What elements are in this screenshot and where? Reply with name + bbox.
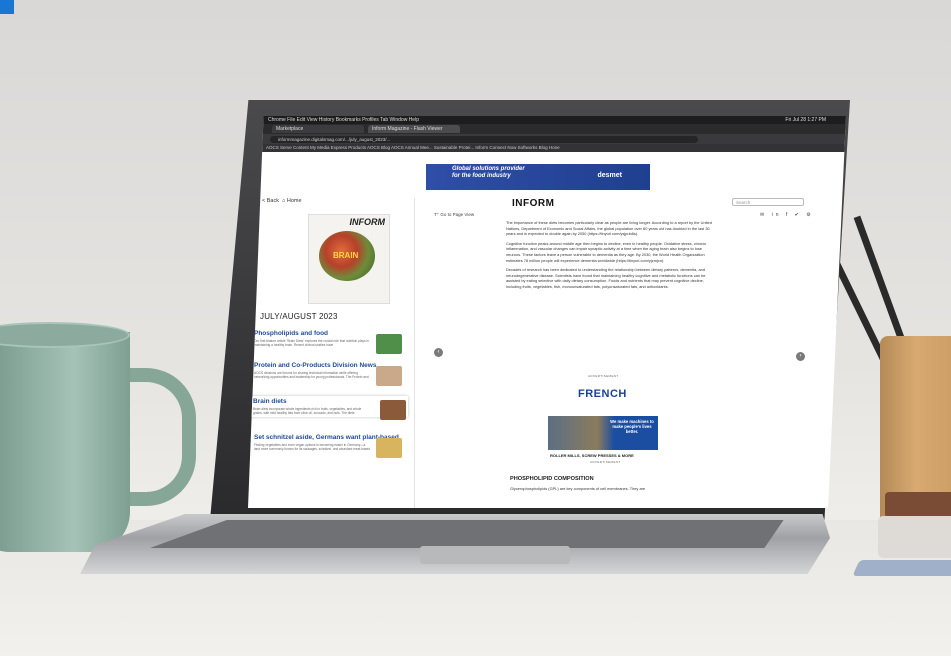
article-content: The importance of these diets becomes pa… [506, 220, 718, 294]
address-bar-row: informmagazine.digitalsmag.com/.../july_… [248, 134, 846, 144]
section-text: Glycerophospholipids (GPL) are key compo… [510, 486, 646, 491]
menubar-clock: Fri Jul 28 1:27 PM [785, 117, 826, 123]
article-thumbnail [380, 400, 406, 420]
article-blurb: AOCS divisions are forums for sharing te… [254, 370, 369, 379]
issue-title: JULY/AUGUST 2023 [260, 312, 338, 321]
french-ad-image[interactable]: We make machines to make people's lives … [548, 416, 658, 450]
issue-sidebar: < Back ⌂ Home INFORM BRAIN JULY/AUGUST 2… [248, 198, 410, 508]
article-item[interactable]: Protein and Co-Products Division News AO… [254, 362, 404, 386]
ad-banner[interactable]: Global solutions provider for the food i… [426, 164, 650, 190]
french-ad-tagline: We make machines to make people's lives … [610, 419, 654, 434]
cover-brand: INFORM [349, 217, 386, 227]
book [885, 492, 951, 518]
masthead: INFORM [512, 198, 555, 209]
home-icon[interactable]: ⌂ [282, 198, 285, 204]
tab-marketplace[interactable]: Marketplace [272, 125, 364, 133]
laptop-screen: Chrome File Edit View History Bookmarks … [248, 116, 846, 508]
next-page-button[interactable]: › [796, 352, 805, 361]
article-blurb: Our first feature article "Brain Diets" … [254, 338, 369, 347]
article-blurb: Brain diets incorporate whole ingredient… [253, 406, 362, 415]
paragraph: Cognitive function peaks around middle a… [506, 240, 707, 263]
url-input[interactable]: informmagazine.digitalsmag.com/.../july_… [270, 135, 698, 143]
menubar-items[interactable]: Chrome File Edit View History Bookmarks … [268, 117, 419, 123]
bookmarks-bar[interactable]: AOCS Serve Content My Media Express Prod… [248, 144, 846, 152]
mac-menubar: Chrome File Edit View History Bookmarks … [248, 116, 846, 124]
ad-banner-text: Global solutions provider for the food i… [452, 166, 525, 179]
text-size-icon[interactable]: T⁺ [434, 212, 439, 217]
search-input[interactable]: Search [732, 198, 804, 206]
reader-toolbar: T⁺ Go to Page View [434, 212, 474, 218]
article-item-selected[interactable]: Brain diets Brain diets incorporate whol… [250, 396, 408, 420]
phone [852, 560, 951, 576]
mug-handle [122, 368, 196, 506]
page-thumbnail-column [414, 198, 507, 508]
trackpad [420, 546, 570, 564]
paragraph: The importance of these diets becomes pa… [506, 220, 712, 237]
back-label[interactable]: < Back [262, 198, 279, 204]
french-ad-brand[interactable]: FRENCH [578, 388, 627, 400]
tab-bar: Marketplace Inform Magazine - Flash View… [248, 124, 846, 134]
article-blurb: Finding vegetables and even vegan option… [254, 442, 371, 451]
prev-page-button[interactable]: ‹ [434, 348, 443, 357]
tab-inform[interactable]: Inform Magazine - Flash Viewer [368, 125, 460, 133]
magazine-cover[interactable]: INFORM BRAIN [308, 214, 390, 304]
ad-label: ADVERTISEMENT [590, 460, 621, 464]
article-item[interactable]: Set schnitzel aside, Germans want plant-… [254, 434, 404, 458]
section-heading: PHOSPHOLIPID COMPOSITION [510, 476, 594, 482]
home-label[interactable]: Home [287, 198, 302, 204]
back-link[interactable]: < Back ⌂ Home [262, 198, 302, 204]
ad-banner-brand: desmet [597, 172, 622, 179]
article-item[interactable]: Phospholipids and food Our first feature… [254, 330, 404, 354]
ad-label: ADVERTISEMENT [588, 374, 619, 378]
french-ad-caption: ROLLER MILLS, SCREW PRESSES & MORE [550, 453, 634, 458]
coffee-mug [0, 332, 130, 552]
article-thumbnail [376, 366, 402, 386]
article-thumbnail [376, 438, 402, 458]
go-to-page-view[interactable]: Go to Page View [440, 212, 474, 217]
cover-word: BRAIN [333, 251, 359, 260]
keyboard [150, 520, 784, 548]
share-icons[interactable]: ✉ in f ✔ ⚙ [760, 212, 814, 218]
book [878, 516, 951, 558]
paragraph: Decades of research has been dedicated t… [506, 267, 706, 289]
article-thumbnail [376, 334, 402, 354]
corner-marker [0, 0, 14, 14]
